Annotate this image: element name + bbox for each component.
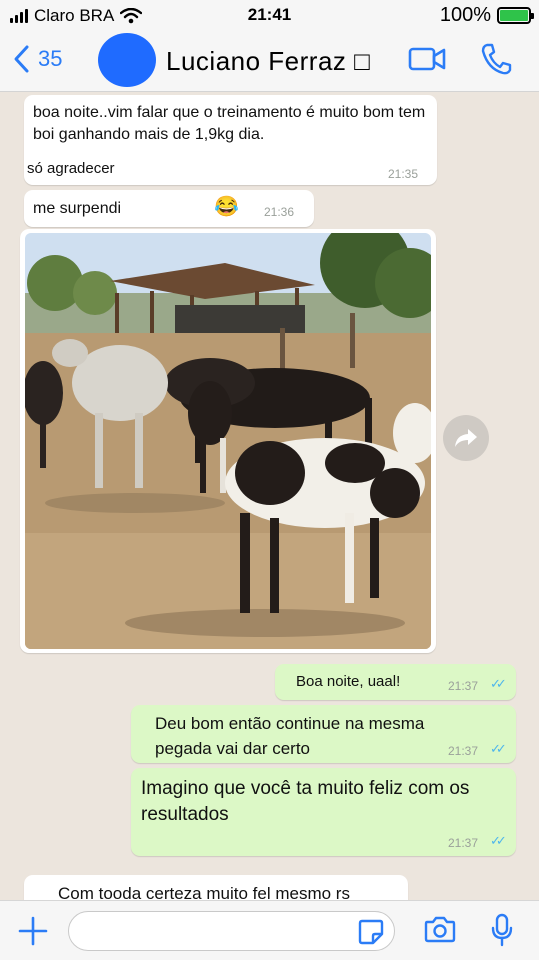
microphone-icon — [491, 913, 513, 947]
back-chevron-icon — [14, 45, 29, 73]
outgoing-message[interactable]: Imagino que você ta muito feliz com os r… — [131, 768, 516, 856]
avatar[interactable] — [98, 33, 156, 87]
unread-count: 35 — [38, 46, 63, 71]
camera-button[interactable] — [424, 915, 456, 948]
message-time: 21:37 — [448, 836, 479, 850]
battery-percent: 100% — [439, 4, 491, 26]
chat-area[interactable]: boa noite..vim falar que o treinamento é… — [0, 92, 539, 900]
composer-bar — [0, 900, 539, 960]
attach-button[interactable] — [18, 916, 48, 951]
status-bar: Claro BRA 21:41 100% — [0, 0, 539, 30]
chat-header: 35 Luciano Ferraz □ — [0, 30, 539, 92]
battery-icon — [497, 7, 534, 24]
video-call-button[interactable] — [408, 44, 446, 79]
incoming-message[interactable]: boa noite..vim falar que o treinamento é… — [24, 95, 437, 185]
message-time: 21:37 — [448, 679, 479, 693]
forward-icon — [455, 429, 477, 447]
sticker-icon — [358, 919, 384, 945]
forward-button[interactable] — [443, 415, 489, 461]
read-ticks-icon: ✓✓ — [490, 833, 507, 848]
phone-call-icon — [481, 43, 512, 75]
camera-icon — [424, 916, 456, 943]
cattle-photo-illustration — [25, 233, 431, 649]
sticker-button[interactable] — [358, 919, 384, 950]
incoming-message[interactable]: Com tooda certeza muito fel mesmo rs — [24, 875, 408, 900]
message-text: só agradecer — [27, 160, 115, 177]
status-right: 100% — [439, 4, 534, 27]
message-input[interactable] — [83, 920, 353, 944]
read-ticks-icon: ✓✓ — [490, 676, 507, 691]
message-text: boa noite..vim falar que o treinamento é… — [33, 104, 426, 143]
contact-name[interactable]: Luciano Ferraz □ — [166, 46, 370, 77]
outgoing-message[interactable]: Boa noite, uaal! 21:37 ✓✓ — [275, 664, 516, 700]
message-input-box[interactable] — [68, 911, 395, 951]
message-text: me surpendi — [33, 200, 122, 217]
outgoing-message[interactable]: Deu bom então continue na mesma pegada v… — [131, 705, 516, 763]
message-text: Deu bom então continue na mesma pegada v… — [155, 714, 425, 758]
cattle-photo[interactable] — [25, 233, 431, 649]
message-text: Boa noite, uaal! — [296, 673, 401, 690]
phone-call-button[interactable] — [480, 42, 512, 81]
message-text: Com tooda certeza muito fel mesmo rs — [58, 884, 350, 900]
message-text: Imagino que você ta muito feliz com os r… — [141, 778, 470, 825]
read-ticks-icon: ✓✓ — [490, 741, 507, 756]
back-button[interactable]: 35 — [12, 44, 62, 74]
incoming-message[interactable]: me surpendi 😂 21:36 — [24, 190, 314, 227]
message-time: 21:35 — [388, 167, 419, 181]
video-call-icon — [408, 47, 446, 71]
message-time: 21:37 — [448, 744, 479, 758]
message-time: 21:36 — [264, 205, 295, 219]
laughing-emoji: 😂 — [214, 196, 239, 218]
microphone-button[interactable] — [490, 913, 514, 952]
plus-icon — [18, 916, 48, 946]
